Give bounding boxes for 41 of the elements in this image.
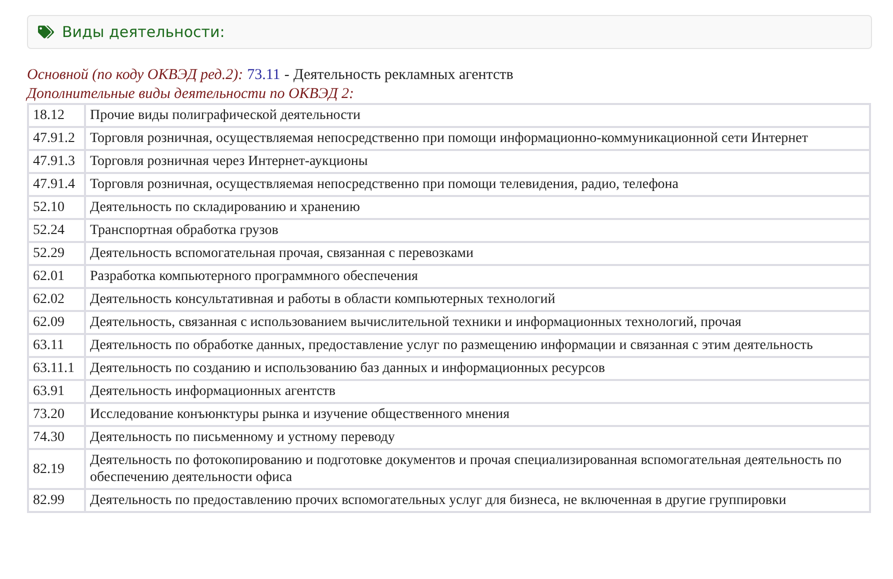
code-cell: 52.24 [28, 219, 85, 242]
code-cell: 63.11 [28, 334, 85, 357]
separator: - [284, 66, 290, 85]
activity-cell: Прочие виды полиграфической деятельности [85, 104, 870, 127]
code-cell: 52.10 [28, 196, 85, 219]
activity-cell: Деятельность вспомогательная прочая, связанная с перевозками [85, 242, 870, 265]
code-cell: 73.20 [28, 403, 85, 426]
activity-cell: Торговля розничная через Интернет-аукционы [85, 150, 870, 173]
activity-cell: Деятельность по созданию и использованию баз данных и информационных ресурсов [85, 357, 870, 380]
activity-cell: Деятельность консультативная и работы в области компьютерных технологий [85, 288, 870, 311]
code-cell: 63.11.1 [28, 357, 85, 380]
code-cell: 74.30 [28, 426, 85, 449]
code-cell: 47.91.3 [28, 150, 85, 173]
additional-heading: Дополнительные виды деятельности по ОКВЭД 2: [27, 85, 356, 103]
code-cell: 63.91 [28, 380, 85, 403]
tags-icon [38, 24, 54, 40]
activity-cell: Деятельность по предоставлению прочих вспомогательных услуг для бизнеса, не включенная в другие группировки [85, 489, 870, 512]
code-cell: 62.09 [28, 311, 85, 334]
code-cell: 82.99 [28, 489, 85, 512]
code-cell: 82.19 [28, 449, 85, 489]
activity-cell: Транспортная обработка грузов [85, 219, 870, 242]
code-cell: 18.12 [28, 104, 85, 127]
code-cell: 62.02 [28, 288, 85, 311]
activity-cell: Исследование конъюнктуры рынка и изучение общественного мнения [85, 403, 870, 426]
main-activity-code[interactable]: 73.11 [247, 65, 280, 85]
code-cell: 47.91.2 [28, 127, 85, 150]
activity-cell: Торговля розничная, осуществляемая непосредственно при помощи телевидения, радио, телефона [85, 173, 870, 196]
main-activity-name: Деятельность рекламных агентств [293, 66, 514, 85]
activity-cell: Деятельность по складированию и хранению [85, 196, 870, 219]
main-activity-label: Основной (по коду ОКВЭД ред.2): [27, 66, 244, 85]
section-title: Виды деятельности: [62, 22, 225, 43]
activity-cell: Деятельность по фотокопированию и подготовке документов и прочая специализированная вспомогательная деятельность по обеспечению деятельности офиса [85, 449, 870, 489]
code-cell: 47.91.4 [28, 173, 85, 196]
activity-cell: Деятельность по письменному и устному переводу [85, 426, 870, 449]
activity-cell: Деятельность по обработке данных, предоставление услуг по размещению информации и связанная с этим деятельность [85, 334, 870, 357]
activity-cell: Разработка компьютерного программного обеспечения [85, 265, 870, 288]
activity-cell: Деятельность информационных агентств [85, 380, 870, 403]
code-cell: 52.29 [28, 242, 85, 265]
activity-cell: Деятельность, связанная с использованием вычислительной техники и информационных технологий, прочая [85, 311, 870, 334]
activity-cell: Торговля розничная, осуществляемая непосредственно при помощи информационно-коммуникационной сети Интернет [85, 127, 870, 150]
code-cell: 62.01 [28, 265, 85, 288]
